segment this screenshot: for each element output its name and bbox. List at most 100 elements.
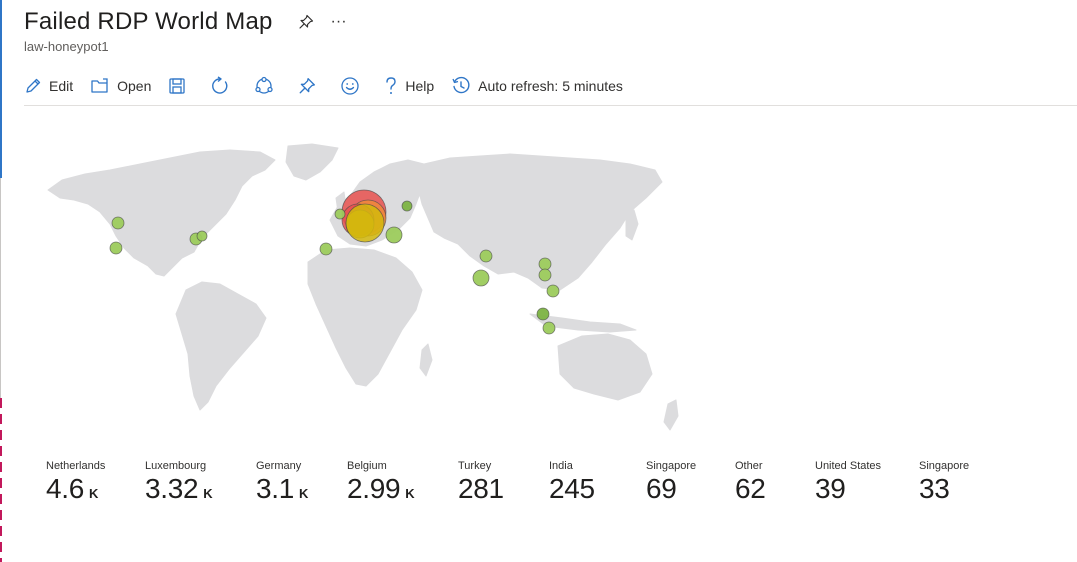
country-tile[interactable]: Netherlands 4.6 K	[46, 460, 105, 505]
left-edge-strip	[0, 0, 3, 562]
smiley-icon	[340, 76, 360, 96]
country-count: 245	[549, 473, 595, 504]
map-bubble[interactable]	[319, 242, 333, 256]
help-icon	[384, 76, 398, 96]
map-bubble[interactable]	[542, 321, 556, 335]
folder-open-icon	[90, 77, 110, 95]
country-name: Singapore	[919, 460, 970, 472]
country-name: Luxembourg	[145, 460, 207, 472]
country-tile[interactable]: Germany 3.1 K	[256, 460, 308, 505]
country-tile[interactable]: Luxembourg 3.32 K	[145, 460, 213, 505]
map-bubble[interactable]	[385, 226, 403, 244]
value-row: 62	[735, 473, 766, 505]
land-madagascar	[419, 343, 433, 377]
country-tile[interactable]: Turkey 281	[458, 460, 504, 505]
open-button[interactable]: Open	[90, 77, 151, 95]
land-asia	[417, 153, 663, 291]
land-new-zealand	[663, 399, 679, 431]
land-south-america	[175, 281, 267, 411]
toolbar-divider	[24, 105, 1077, 106]
count-unit: K	[203, 486, 213, 501]
country-name: Netherlands	[46, 460, 106, 472]
country-name: Singapore	[646, 460, 697, 472]
pin-icon[interactable]	[297, 13, 315, 31]
auto-refresh-label: Auto refresh: 5 minutes	[478, 78, 623, 94]
map-bubble[interactable]	[345, 203, 385, 243]
land-north-america	[47, 149, 276, 277]
selection-bar	[0, 0, 2, 178]
share-button[interactable]	[254, 76, 274, 96]
country-tile[interactable]: Belgium 2.99 K	[347, 460, 415, 505]
country-name: Turkey	[458, 460, 492, 472]
edge-line	[0, 178, 1, 398]
country-tiles: Netherlands 4.6 K Luxembourg 3.32 K Germany 3.1…	[46, 460, 1046, 520]
map-bubble[interactable]	[196, 230, 208, 242]
refresh-button[interactable]	[210, 76, 230, 96]
pin-to-dashboard-button[interactable]	[298, 77, 316, 95]
toolbar: Edit Open Help Auto refresh: 5 minutes	[24, 72, 623, 100]
map-bubble[interactable]	[536, 307, 550, 321]
value-row: 69	[646, 473, 696, 505]
value-row: 2.99 K	[347, 473, 415, 505]
value-row: 39	[815, 473, 881, 505]
country-count: 3.1	[256, 473, 295, 504]
country-name: United States	[815, 460, 882, 472]
country-count: 62	[735, 473, 766, 504]
pencil-icon	[24, 77, 42, 95]
value-row: 4.6 K	[46, 473, 105, 505]
edit-label: Edit	[49, 78, 74, 94]
title-row: Failed RDP World Map ···	[24, 6, 347, 38]
country-name: Germany	[256, 460, 302, 472]
page-title: Failed RDP World Map	[24, 8, 273, 35]
country-count: 2.99	[347, 473, 401, 504]
map-bubble[interactable]	[538, 268, 552, 282]
country-name: Other	[735, 460, 763, 472]
value-row: 281	[458, 473, 504, 505]
country-count: 281	[458, 473, 504, 504]
country-tile[interactable]: Singapore 33	[919, 460, 969, 505]
pin-icon	[298, 77, 316, 95]
count-unit: K	[89, 486, 99, 501]
world-map-svg	[47, 143, 679, 431]
land-greenland	[285, 143, 339, 181]
map-bubble[interactable]	[472, 269, 490, 287]
country-count: 69	[646, 473, 677, 504]
country-name: Belgium	[347, 460, 387, 472]
country-count: 39	[815, 473, 846, 504]
map-bubble[interactable]	[546, 284, 560, 298]
land-australia	[557, 333, 653, 401]
value-row: 3.1 K	[256, 473, 308, 505]
count-unit: K	[299, 486, 309, 501]
share-icon	[254, 76, 274, 96]
workspace-name: law-honeypot1	[24, 39, 109, 54]
help-button[interactable]: Help	[384, 76, 434, 96]
country-tile[interactable]: Other 62	[735, 460, 766, 505]
edit-button[interactable]: Edit	[24, 77, 73, 95]
refresh-icon	[210, 76, 230, 96]
country-count: 4.6	[46, 473, 85, 504]
feedback-button[interactable]	[340, 76, 360, 96]
land-masses	[47, 143, 679, 431]
value-row: 245	[549, 473, 595, 505]
country-count: 3.32	[145, 473, 199, 504]
map-bubble[interactable]	[109, 241, 123, 255]
open-label: Open	[117, 78, 152, 94]
value-row: 3.32 K	[145, 473, 213, 505]
more-options-button[interactable]: ···	[331, 14, 347, 30]
map-bubble[interactable]	[334, 208, 346, 220]
map-bubble[interactable]	[111, 216, 125, 230]
country-tile[interactable]: United States 39	[815, 460, 881, 505]
help-label: Help	[405, 78, 435, 94]
map-bubble[interactable]	[479, 249, 493, 263]
clock-icon	[451, 76, 471, 96]
land-africa	[307, 247, 423, 387]
auto-refresh-button[interactable]: Auto refresh: 5 minutes	[451, 76, 623, 96]
save-button[interactable]	[168, 77, 186, 95]
country-tile[interactable]: Singapore 69	[646, 460, 696, 505]
map-bubble[interactable]	[401, 200, 413, 212]
country-tile[interactable]: India 245	[549, 460, 595, 505]
country-name: India	[549, 460, 573, 472]
save-icon	[168, 77, 186, 95]
land-japan	[625, 209, 639, 241]
map-bubble[interactable]	[538, 257, 552, 271]
